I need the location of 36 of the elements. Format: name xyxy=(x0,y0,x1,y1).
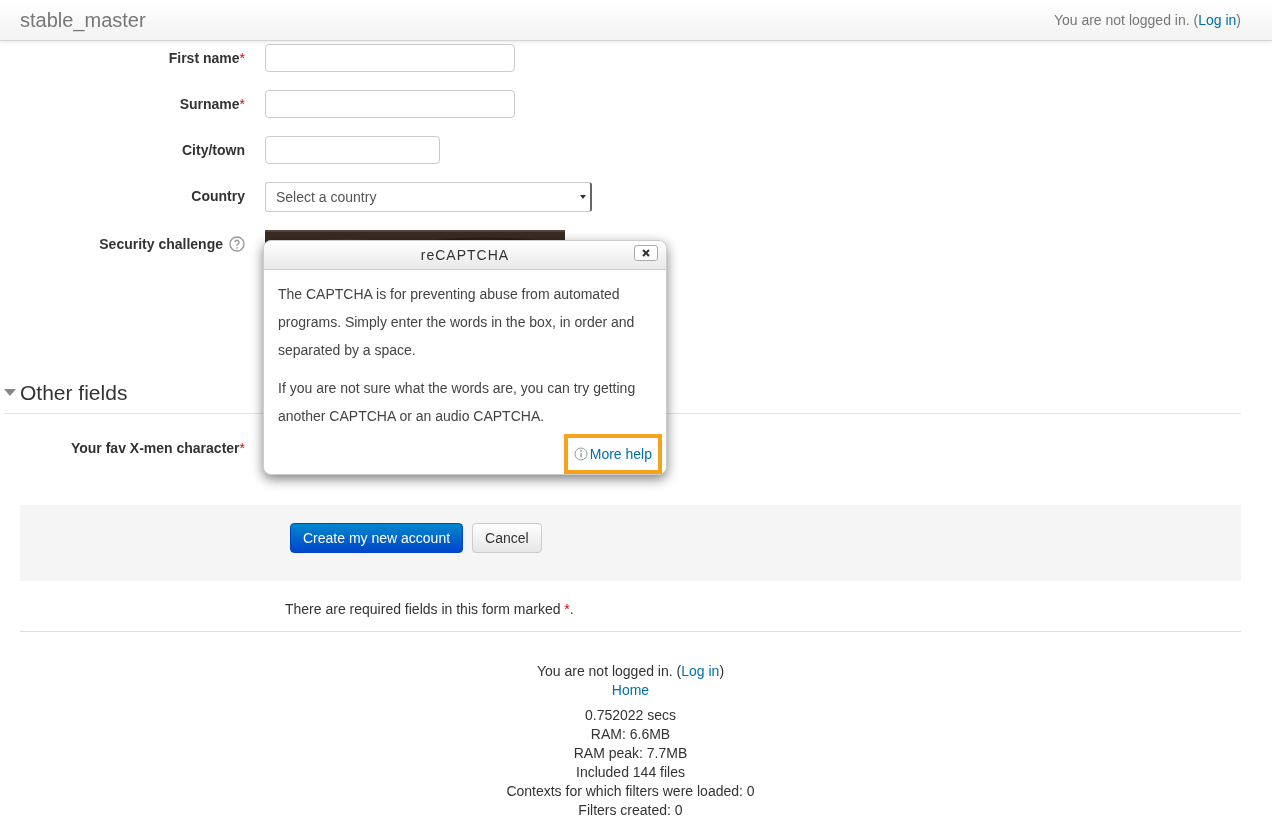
field-label: First name* xyxy=(168,50,245,66)
close-icon xyxy=(641,249,651,257)
help-text: The CAPTCHA is for preventing abuse from automated programs. Simply enter the words in the box, in order and separated by a space. xyxy=(278,285,636,360)
field-label: City/town xyxy=(182,142,245,158)
stat-line: 0.752022 secs xyxy=(584,706,677,725)
text-field[interactable] xyxy=(265,90,515,118)
login-status: You are not logged in. (Log in) xyxy=(1053,12,1241,28)
stat-line: Filters created: 0 xyxy=(578,801,683,820)
close-button[interactable] xyxy=(634,245,658,261)
info-icon xyxy=(573,447,588,461)
field-label: Your fav X-men character* xyxy=(70,440,245,456)
create-account-button[interactable]: Create my new account xyxy=(290,523,464,553)
required-note: There are required fields in this form marked *. xyxy=(20,581,1241,632)
help-text: If you are not sure what the words are, you can try getting another CAPTCHA or an audio CAPTCHA. xyxy=(278,379,637,426)
home-link[interactable]: Home xyxy=(611,681,650,700)
text-field[interactable] xyxy=(265,136,440,164)
text-field[interactable] xyxy=(265,44,515,72)
section-title[interactable]: Other fields xyxy=(20,381,128,405)
stat-line: RAM peak: 7.7MB xyxy=(573,744,688,763)
stat-line: Included 144 files xyxy=(576,763,685,782)
field-label: Surname* xyxy=(179,96,245,112)
cancel-button[interactable]: Cancel xyxy=(472,523,542,553)
country-select[interactable]: Select a country xyxy=(265,182,592,212)
login-link[interactable]: Log in xyxy=(1198,12,1237,28)
login-link[interactable]: Log in xyxy=(681,663,720,679)
field-label: Security challenge xyxy=(99,236,223,252)
collapse-icon[interactable] xyxy=(4,389,16,397)
site-name[interactable]: stable_master xyxy=(20,8,146,32)
caret-icon xyxy=(580,195,586,199)
stat-line: Contexts for which filters were loaded: 0 xyxy=(506,782,755,801)
more-help-link[interactable]: More help xyxy=(563,434,662,474)
popup-title: reCAPTCHA xyxy=(420,247,510,263)
help-icon[interactable] xyxy=(229,236,245,252)
stat-line: RAM: 6.6MB xyxy=(590,725,671,744)
login-status: You are not logged in. (Log in) xyxy=(536,662,725,681)
field-label: Country xyxy=(191,188,245,204)
